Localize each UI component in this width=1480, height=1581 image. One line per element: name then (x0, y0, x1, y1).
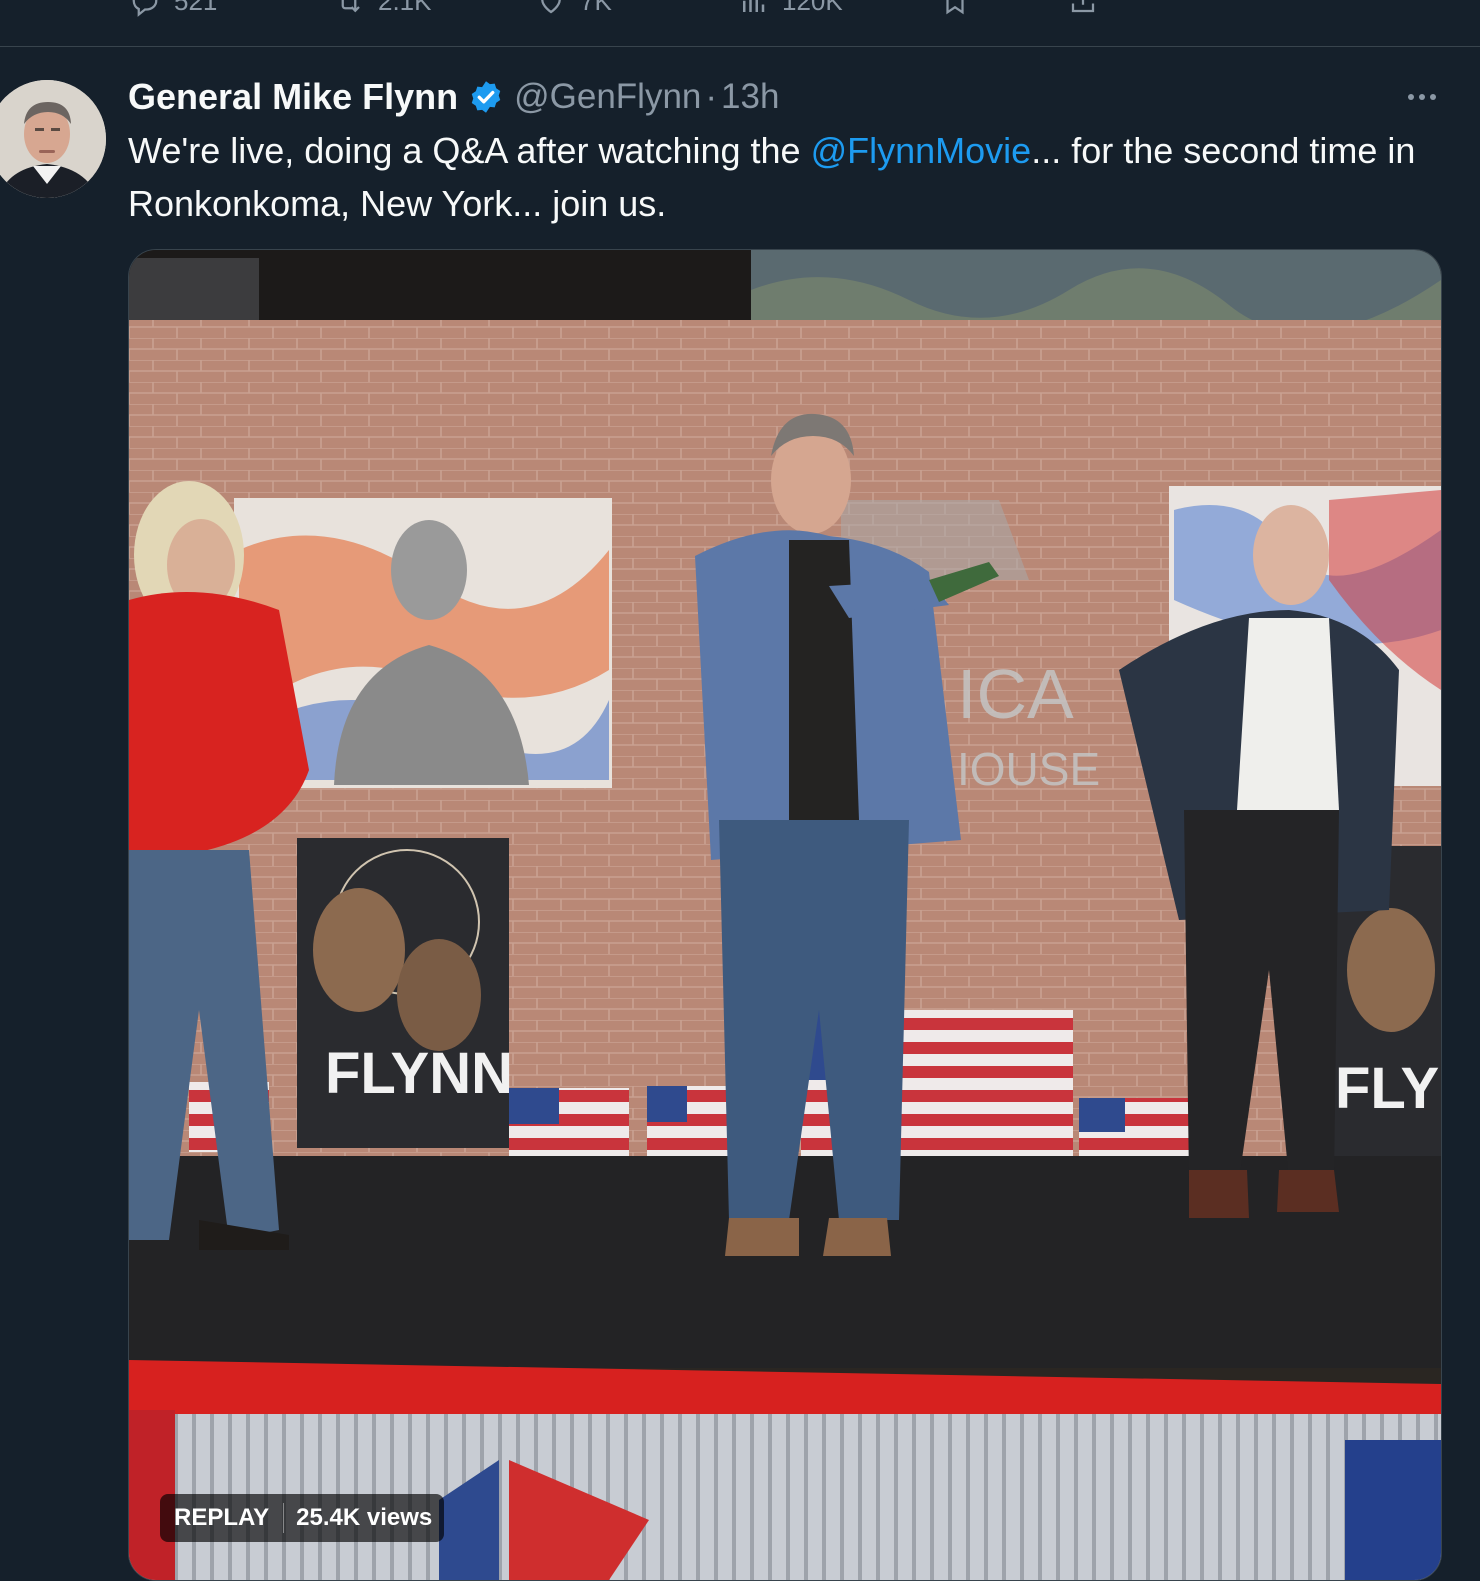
views-icon (743, 0, 765, 12)
more-options-button[interactable] (1402, 80, 1442, 114)
separator-dot: · (705, 77, 718, 116)
mention-link[interactable]: @FlynnMovie (811, 130, 1032, 171)
retweet-count: 2.1K (378, 0, 432, 16)
timestamp[interactable]: 13h (721, 77, 779, 117)
share-button[interactable] (1068, 0, 1098, 16)
tweet-text-start: We're live, doing a Q&A after watching t… (128, 130, 811, 171)
replay-label: REPLAY (174, 1504, 270, 1531)
replay-badge: REPLAY 25.4K views (160, 1494, 445, 1542)
svg-text:IOUSE: IOUSE (957, 743, 1100, 795)
previous-tweet-action-bar: 521 2.1K 7K 120K (0, 0, 1480, 47)
poster-left-title: FLYNN (325, 1041, 513, 1106)
reply-icon (132, 0, 158, 17)
views-count: 120K (782, 0, 843, 16)
video-player[interactable]: ICA IOUSE FLYNN FLY REPLAY 25.4K views (128, 249, 1442, 1581)
bookmark-icon (946, 0, 964, 15)
like-icon (541, 0, 561, 13)
views-button[interactable]: 120K (738, 0, 843, 17)
reply-count: 521 (174, 0, 218, 16)
retweet-icon (341, 0, 360, 12)
view-count: 25.4K views (296, 1504, 433, 1531)
handle[interactable]: @GenFlynn (514, 77, 701, 117)
poster-right-title: FLY (1335, 1056, 1439, 1121)
more-dot-icon (1430, 94, 1436, 100)
svg-text:ICA: ICA (957, 655, 1074, 733)
share-icon (1071, 0, 1095, 13)
tweet-text: We're live, doing a Q&A after watching t… (128, 124, 1418, 230)
more-dot-icon (1419, 94, 1425, 100)
avatar[interactable] (0, 80, 106, 198)
tweet-header: General Mike Flynn @GenFlynn · 13h (128, 74, 779, 120)
bookmark-button[interactable] (940, 0, 970, 16)
video-frame: ICA IOUSE FLYNN FLY (129, 250, 1441, 1580)
verified-badge-icon (471, 81, 501, 113)
reply-button[interactable]: 521 (130, 0, 217, 17)
display-name[interactable]: General Mike Flynn (128, 76, 458, 118)
profile-photo (0, 80, 106, 198)
like-button[interactable]: 7K (536, 0, 612, 17)
retweet-button[interactable]: 2.1K (334, 0, 432, 17)
like-count: 7K (580, 0, 612, 16)
more-dot-icon (1408, 94, 1414, 100)
